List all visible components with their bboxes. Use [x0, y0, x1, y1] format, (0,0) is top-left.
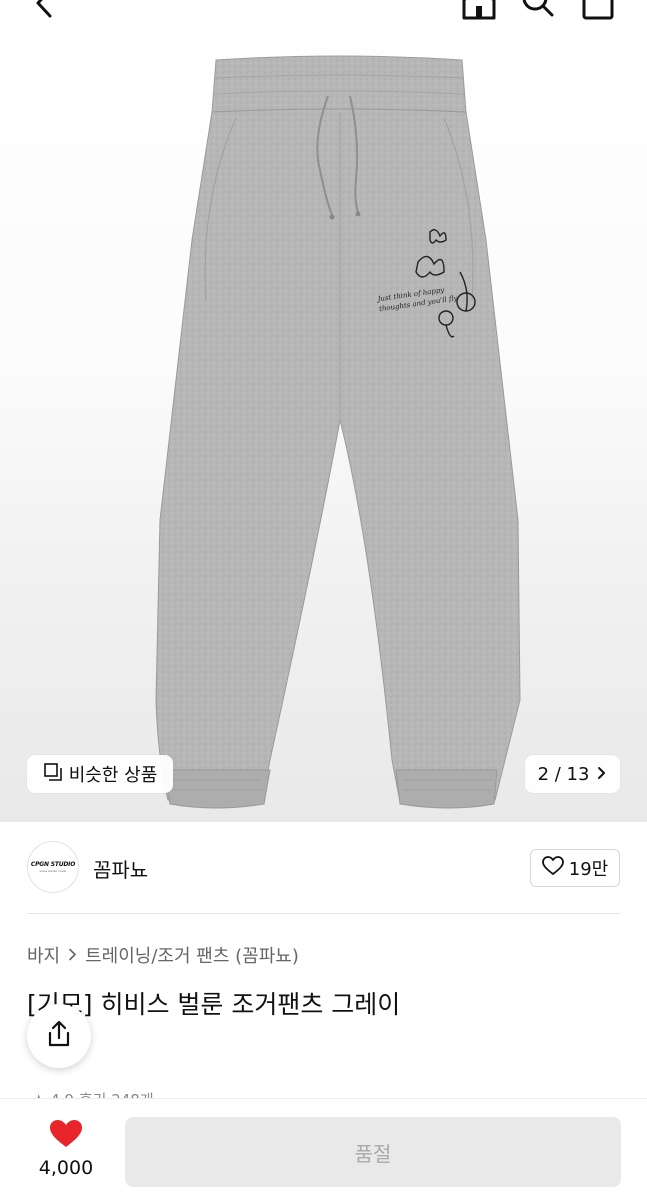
bottom-action-bar: 4,000 품절: [0, 1098, 647, 1201]
share-icon: [46, 1020, 72, 1052]
product-photo: [155, 55, 521, 809]
share-button[interactable]: [27, 1004, 91, 1068]
similar-items-icon: [43, 762, 63, 787]
product-image-gallery[interactable]: Just think of happy thoughts and you'll …: [0, 0, 647, 822]
image-page-indicator[interactable]: 2 / 13: [525, 755, 620, 793]
chevron-right-icon: [68, 945, 77, 966]
wish-count: 4,000: [38, 1157, 94, 1179]
seller-name[interactable]: 꼼파뇨: [93, 854, 148, 883]
brand-like-button[interactable]: 19만: [530, 849, 620, 887]
heart-icon: [49, 1120, 83, 1153]
similar-items-button[interactable]: 비슷한 상품: [27, 755, 173, 793]
seller-logo-text: CPGN STUDIO: [30, 861, 76, 868]
chevron-right-icon: [597, 764, 607, 785]
seller-row[interactable]: CPGN STUDIO since studio cover 꼼파뇨 19만: [0, 822, 647, 914]
wish-button[interactable]: 4,000: [30, 1119, 102, 1179]
breadcrumb-item-subcategory[interactable]: 트레이닝/조거 팬츠 (꼼파뇨): [85, 942, 299, 968]
similar-items-label: 비슷한 상품: [68, 765, 158, 786]
brand-like-count: 19만: [568, 859, 609, 880]
breadcrumb-item-category[interactable]: 바지: [27, 942, 60, 968]
seller-logo[interactable]: CPGN STUDIO since studio cover: [27, 841, 79, 893]
heart-outline-icon: [541, 855, 564, 881]
breadcrumb: 바지 트레이닝/조거 팬츠 (꼼파뇨): [27, 942, 299, 968]
sold-out-button[interactable]: 품절: [125, 1117, 621, 1187]
seller-logo-subtext: since studio cover: [39, 869, 67, 873]
divider: [27, 913, 620, 914]
image-page-count: 2 / 13: [537, 763, 590, 785]
